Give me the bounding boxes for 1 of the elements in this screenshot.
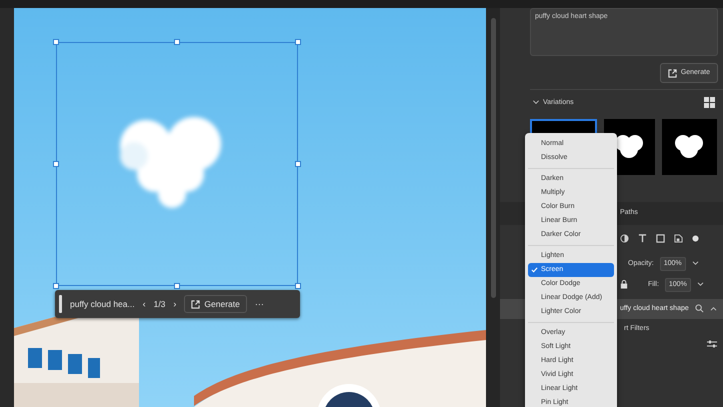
- variation-counter: 1/3: [154, 298, 166, 310]
